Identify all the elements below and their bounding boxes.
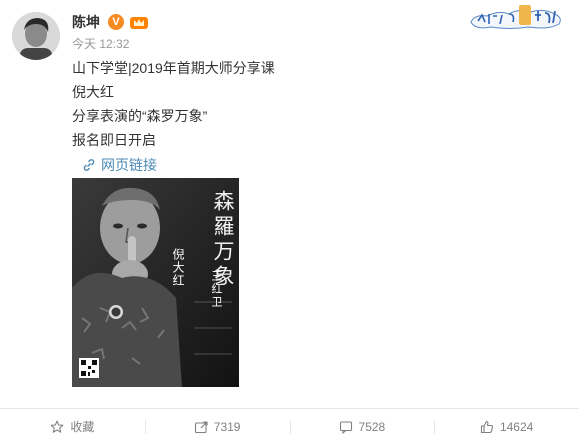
web-link-label[interactable]: 网页链接 (101, 154, 157, 176)
like-icon (480, 420, 493, 433)
poster-main-name: 倪大红 (171, 248, 185, 287)
comment-count: 7528 (358, 419, 386, 434)
star-icon (51, 420, 64, 433)
post-line-4: 报名即日开启 (72, 132, 156, 148)
username[interactable]: 陈坤 (72, 12, 100, 32)
comment-icon (339, 420, 352, 434)
avatar[interactable] (12, 12, 60, 60)
post-line-3: 分享表演的“森罗万象” (72, 108, 208, 124)
like-count: 14624 (499, 419, 534, 434)
repost-count: 7319 (213, 419, 241, 434)
action-bar: 收藏 7319 7528 14624 (0, 409, 579, 444)
post-meta: 今天 12:32 (72, 36, 129, 52)
web-link[interactable]: 网页链接 (72, 154, 542, 176)
poster-host-name: 王红卫 (210, 270, 223, 309)
repost-icon (194, 420, 208, 433)
poster-image[interactable]: 森羅万象 倪大红 王红卫 (72, 178, 239, 387)
post-line-2: 倪大红 (72, 84, 114, 100)
favorite-button[interactable]: 收藏 (0, 409, 145, 444)
like-button[interactable]: 14624 (434, 409, 579, 444)
verified-badge: V (108, 14, 124, 30)
link-icon (83, 159, 95, 171)
post-time[interactable]: 今天 12:32 (72, 37, 129, 51)
repost-button[interactable]: 7319 (144, 409, 290, 444)
brand-badge (470, 5, 561, 29)
comment-button[interactable]: 7528 (289, 409, 435, 444)
post-line-1: 山下学堂|2019年首期大师分享课 (72, 60, 275, 76)
user-line: 陈坤 V (72, 12, 149, 32)
post-content: 山下学堂|2019年首期大师分享课 倪大红 分享表演的“森罗万象” 报名即日开启… (72, 56, 542, 176)
crown-badge (130, 17, 148, 29)
favorite-label: 收藏 (70, 420, 95, 434)
